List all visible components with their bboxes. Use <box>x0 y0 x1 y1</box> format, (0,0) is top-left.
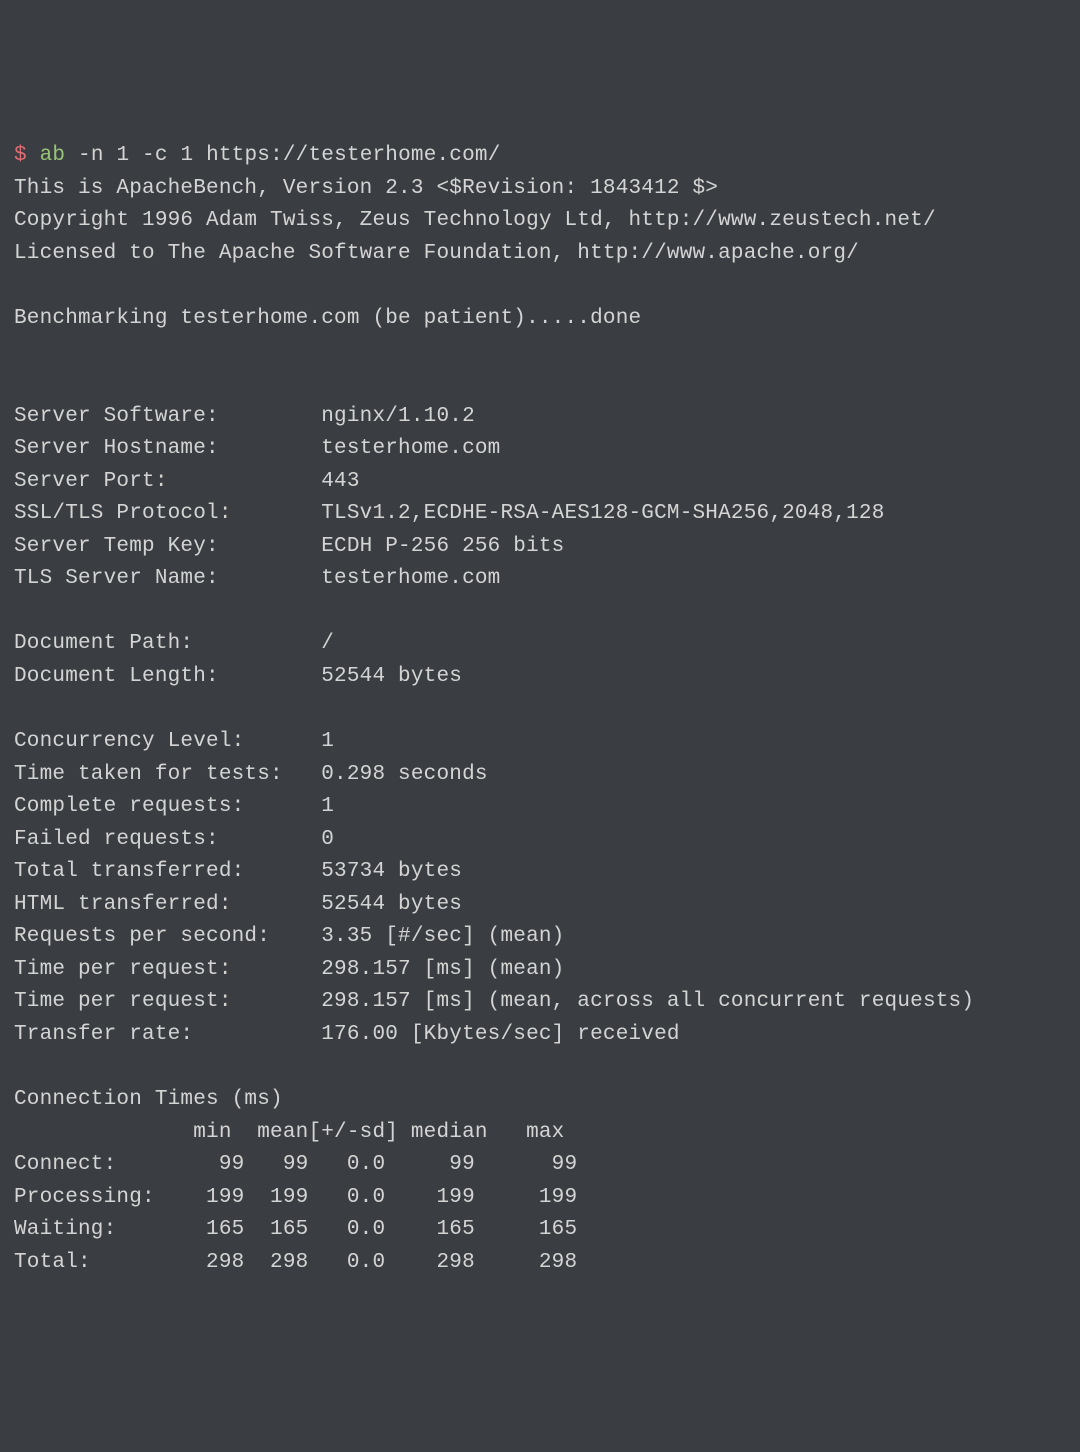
time-per-request-concurrent-value: 298.157 [ms] (mean, across all concurren… <box>321 990 974 1013</box>
connection-times-rows: Connect: 99 99 0.0 99 99 Processing: 199… <box>14 1153 577 1274</box>
kv-row: Total transferred: 53734 bytes <box>14 860 462 883</box>
ssl-protocol-label: SSL/TLS Protocol: <box>14 502 321 525</box>
command-name: ab <box>40 144 66 167</box>
server-tempkey-label: Server Temp Key: <box>14 535 321 558</box>
transfer-rate-label: Transfer rate: <box>14 1023 321 1046</box>
document-length-value: 52544 bytes <box>321 665 462 688</box>
server-port-value: 443 <box>321 470 359 493</box>
server-software-value: nginx/1.10.2 <box>321 405 475 428</box>
prompt-symbol: $ <box>14 144 27 167</box>
kv-row: Server Hostname: testerhome.com <box>14 437 500 460</box>
html-transferred-label: HTML transferred: <box>14 893 321 916</box>
document-length-label: Document Length: <box>14 665 321 688</box>
server-hostname-value: testerhome.com <box>321 437 500 460</box>
kv-row: Document Path: / <box>14 632 334 655</box>
time-per-request-value: 298.157 [ms] (mean) <box>321 958 564 981</box>
document-path-value: / <box>321 632 334 655</box>
kv-row: Server Port: 443 <box>14 470 360 493</box>
kv-row: Time taken for tests: 0.298 seconds <box>14 763 488 786</box>
kv-row: Time per request: 298.157 [ms] (mean, ac… <box>14 990 974 1013</box>
tls-server-name-value: testerhome.com <box>321 567 500 590</box>
concurrency-label: Concurrency Level: <box>14 730 321 753</box>
kv-row: Time per request: 298.157 [ms] (mean) <box>14 958 565 981</box>
server-tempkey-value: ECDH P-256 256 bits <box>321 535 564 558</box>
ssl-protocol-value: TLSv1.2,ECDHE-RSA-AES128-GCM-SHA256,2048… <box>321 502 884 525</box>
complete-requests-label: Complete requests: <box>14 795 321 818</box>
kv-row: Transfer rate: 176.00 [Kbytes/sec] recei… <box>14 1023 680 1046</box>
html-transferred-value: 52544 bytes <box>321 893 462 916</box>
requests-per-second-label: Requests per second: <box>14 925 321 948</box>
kv-row: HTML transferred: 52544 bytes <box>14 893 462 916</box>
command-args: -n 1 -c 1 https://testerhome.com/ <box>78 144 500 167</box>
kv-row: Complete requests: 1 <box>14 795 334 818</box>
server-hostname-label: Server Hostname: <box>14 437 321 460</box>
kv-row: Concurrency Level: 1 <box>14 730 334 753</box>
transfer-rate-value: 176.00 [Kbytes/sec] received <box>321 1023 679 1046</box>
kv-row: TLS Server Name: testerhome.com <box>14 567 500 590</box>
total-transferred-value: 53734 bytes <box>321 860 462 883</box>
kv-row: SSL/TLS Protocol: TLSv1.2,ECDHE-RSA-AES1… <box>14 502 885 525</box>
connection-times-title: Connection Times (ms) <box>14 1088 283 1111</box>
banner-line: This is ApacheBench, Version 2.3 <$Revis… <box>14 177 718 200</box>
time-per-request-concurrent-label: Time per request: <box>14 990 321 1013</box>
kv-row: Server Software: nginx/1.10.2 <box>14 405 475 428</box>
total-transferred-label: Total transferred: <box>14 860 321 883</box>
kv-row: Document Length: 52544 bytes <box>14 665 462 688</box>
time-taken-value: 0.298 seconds <box>321 763 487 786</box>
server-port-label: Server Port: <box>14 470 321 493</box>
license-line: Licensed to The Apache Software Foundati… <box>14 242 859 265</box>
time-per-request-label: Time per request: <box>14 958 321 981</box>
failed-requests-value: 0 <box>321 828 334 851</box>
server-software-label: Server Software: <box>14 405 321 428</box>
kv-row: Failed requests: 0 <box>14 828 334 851</box>
kv-row: Server Temp Key: ECDH P-256 256 bits <box>14 535 565 558</box>
time-taken-label: Time taken for tests: <box>14 763 321 786</box>
requests-per-second-value: 3.35 [#/sec] (mean) <box>321 925 564 948</box>
connection-times-header: min mean[+/-sd] median max <box>14 1121 565 1144</box>
benchmark-status: Benchmarking testerhome.com (be patient)… <box>14 307 641 330</box>
failed-requests-label: Failed requests: <box>14 828 321 851</box>
document-path-label: Document Path: <box>14 632 321 655</box>
tls-server-name-label: TLS Server Name: <box>14 567 321 590</box>
kv-row: Requests per second: 3.35 [#/sec] (mean) <box>14 925 565 948</box>
complete-requests-value: 1 <box>321 795 334 818</box>
concurrency-value: 1 <box>321 730 334 753</box>
terminal-output[interactable]: $ ab -n 1 -c 1 https://testerhome.com/ T… <box>14 140 1066 1279</box>
copyright-line: Copyright 1996 Adam Twiss, Zeus Technolo… <box>14 209 936 232</box>
